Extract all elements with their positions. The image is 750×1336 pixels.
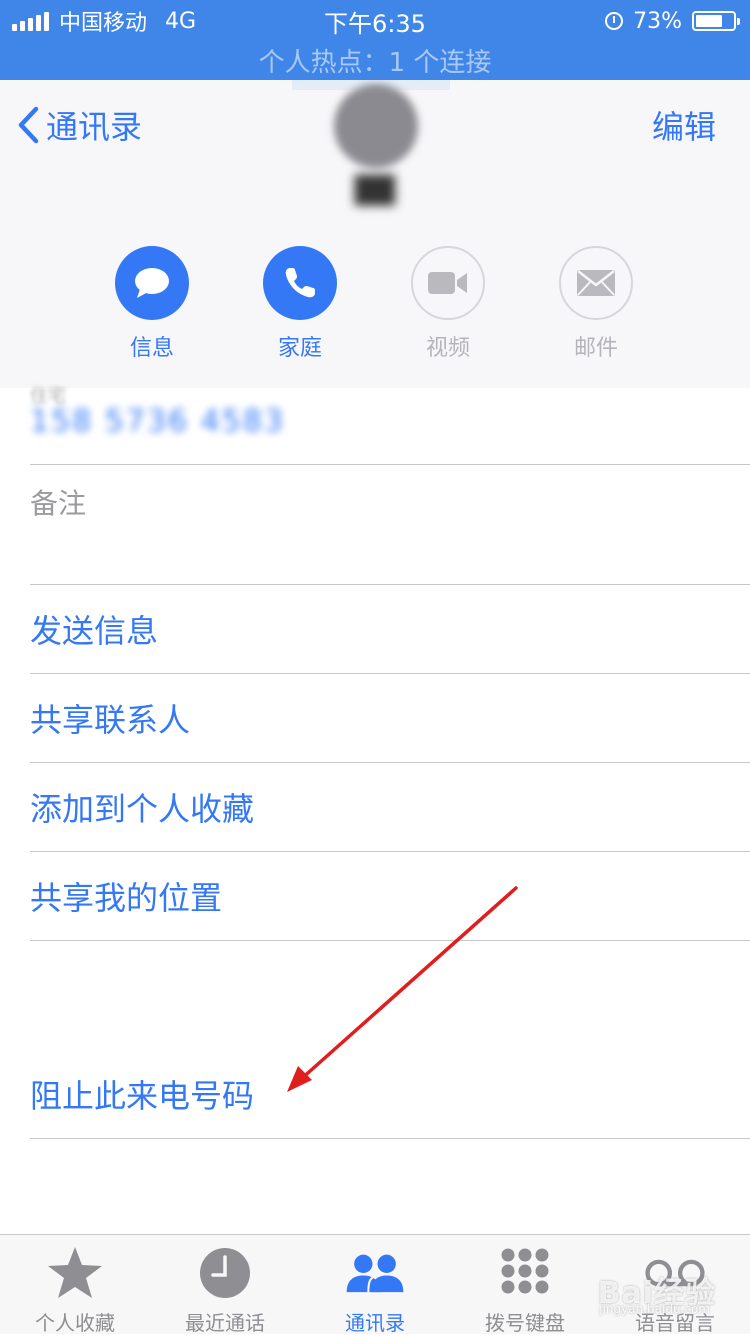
clock-icon (195, 1245, 255, 1301)
watermark-url: jingyan.baidu.com (599, 1302, 710, 1316)
action-video[interactable]: 视频 (388, 246, 508, 362)
share-contact-item[interactable]: 共享联系人 (30, 674, 750, 763)
back-button[interactable]: 通讯录 (16, 102, 142, 148)
star-icon (45, 1245, 105, 1301)
action-label: 视频 (425, 336, 470, 361)
contact-header: 通讯录 ██ 编辑 信息 家庭 视频 邮件 (0, 80, 750, 388)
tab-keypad[interactable]: 拨号键盘 (450, 1235, 600, 1335)
video-icon (411, 246, 485, 320)
action-label: 信息 (129, 336, 174, 361)
tab-label: 个人收藏 (35, 1311, 115, 1335)
keypad-icon (495, 1245, 555, 1301)
status-right: 73% (605, 6, 740, 36)
back-label: 通讯录 (46, 108, 143, 146)
chevron-left-icon (18, 106, 39, 144)
share-location-item[interactable]: 共享我的位置 (30, 852, 750, 941)
notes-row[interactable]: 备注 (30, 464, 750, 585)
phone-number[interactable]: 158 5736 4583 (30, 404, 285, 439)
action-label: 家庭 (277, 336, 322, 361)
mail-icon (559, 246, 633, 320)
tab-label: 最近通话 (185, 1311, 265, 1335)
notes-label: 备注 (30, 487, 87, 520)
battery-percent: 73% (633, 8, 682, 34)
avatar (334, 84, 418, 168)
battery-icon (692, 11, 740, 31)
block-caller-item[interactable]: 阻止此来电号码 (30, 1050, 750, 1139)
send-message-item[interactable]: 发送信息 (30, 585, 750, 674)
tab-label: 拨号键盘 (485, 1311, 565, 1335)
message-icon (115, 246, 189, 320)
contacts-icon (345, 1245, 405, 1301)
action-message[interactable]: 信息 (92, 246, 212, 362)
phone-row[interactable]: 住宅 158 5736 4583 (30, 386, 750, 465)
alarm-icon (605, 12, 624, 30)
action-call[interactable]: 家庭 (240, 246, 360, 362)
tab-recents[interactable]: 最近通话 (150, 1235, 300, 1335)
action-label: 邮件 (573, 336, 618, 361)
hotspot-banner[interactable]: 个人热点：1 个连接 (0, 42, 750, 79)
add-favorites-item[interactable]: 添加到个人收藏 (30, 763, 750, 852)
phone-icon (263, 246, 337, 320)
status-bar: 中国移动 4G 下午6:35 73% 个人热点：1 个连接 (0, 0, 750, 80)
action-mail[interactable]: 邮件 (536, 246, 656, 362)
contact-name: ██ (355, 176, 395, 206)
tab-label: 通讯录 (345, 1311, 405, 1335)
tab-contacts[interactable]: 通讯录 (300, 1235, 450, 1335)
tab-favorites[interactable]: 个人收藏 (0, 1235, 150, 1335)
edit-button[interactable]: 编辑 (652, 102, 716, 148)
